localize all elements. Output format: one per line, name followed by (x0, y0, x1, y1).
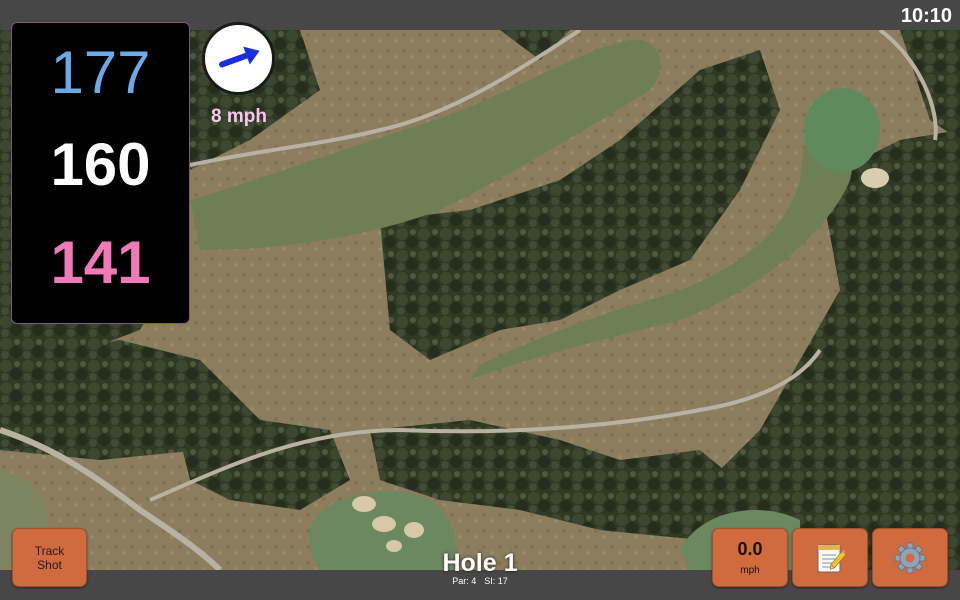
notepad-icon (817, 544, 845, 572)
speed-unit: mph (740, 565, 760, 576)
track-shot-label-line1: Track (34, 543, 65, 558)
yardage-panel: 177 160 141 (11, 22, 190, 324)
center-yardage: 160 (50, 131, 151, 198)
arrow-right-icon (219, 46, 260, 68)
hole-par: Par: 4 (452, 576, 477, 586)
front-yardage: 141 (50, 229, 151, 296)
settings-button[interactable] (872, 528, 948, 587)
track-shot-button[interactable]: Track Shot (12, 528, 87, 587)
notes-button[interactable] (792, 528, 868, 587)
hole-title: Hole 1 (442, 549, 518, 577)
wind-direction-dial (202, 22, 275, 95)
hole-meta: Par: 4 SI: 17 (380, 576, 580, 587)
speed-value: 0.0 (737, 539, 763, 559)
speed-button[interactable]: 0.0 mph (712, 528, 788, 587)
status-clock: 10:10 (900, 5, 952, 27)
track-shot-label-line2: Shot (37, 557, 62, 572)
gear-icon (894, 542, 926, 573)
back-yardage: 177 (50, 39, 151, 106)
hole-stroke-index: SI: 17 (484, 576, 508, 586)
wind-speed: 8 mph (211, 106, 267, 127)
